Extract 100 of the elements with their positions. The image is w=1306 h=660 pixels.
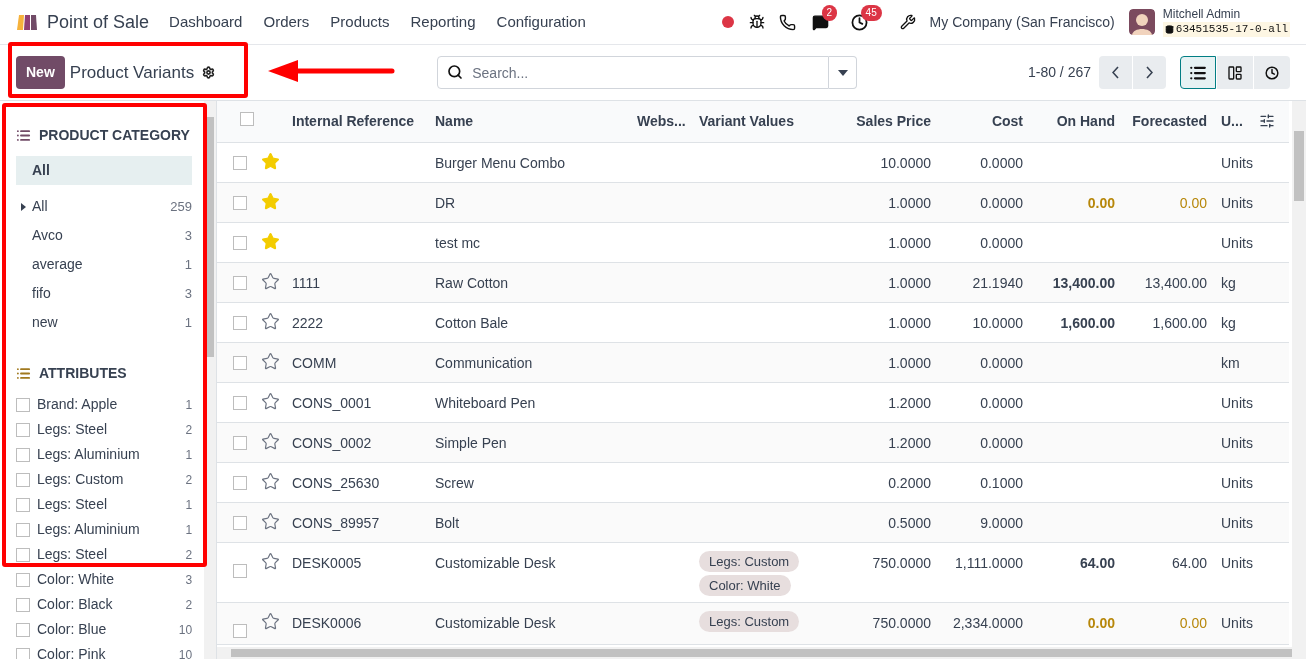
favorite-star-icon[interactable]: [261, 471, 280, 491]
category-item[interactable]: Avco 3: [16, 221, 193, 250]
table-cell: 0.0000: [980, 394, 1023, 411]
menu-item[interactable]: Dashboard: [169, 10, 243, 34]
checkbox[interactable]: [16, 597, 30, 612]
table-cell: 1,111.0000: [955, 554, 1023, 571]
checkbox[interactable]: [233, 475, 247, 490]
category-item[interactable]: fifo 3: [16, 279, 193, 308]
column-header[interactable]: Forecasted: [1123, 101, 1215, 142]
checkbox[interactable]: [16, 397, 30, 412]
attribute-label[interactable]: Legs: Steel: [37, 544, 179, 565]
checkbox[interactable]: [233, 155, 247, 170]
favorite-star-icon[interactable]: [261, 271, 280, 291]
attribute-label[interactable]: Legs: Aluminium: [37, 444, 179, 465]
category-item[interactable]: average 1: [16, 250, 193, 279]
menu-item[interactable]: Products: [330, 10, 390, 34]
view-button[interactable]: [1217, 56, 1253, 89]
view-button[interactable]: [1254, 56, 1290, 89]
favorite-star-icon[interactable]: [261, 551, 280, 571]
checkbox[interactable]: [233, 563, 247, 578]
table-cell: 10.0000: [972, 314, 1023, 331]
list-icon: [16, 128, 31, 143]
checkbox[interactable]: [233, 195, 247, 210]
attribute-label[interactable]: Legs: Steel: [37, 419, 179, 440]
checkbox[interactable]: [16, 422, 30, 437]
checkbox[interactable]: [233, 315, 247, 330]
category-item[interactable]: new 1: [16, 308, 193, 337]
column-header[interactable]: Name: [429, 101, 631, 142]
checkbox[interactable]: [233, 435, 247, 450]
table-cell: Bolt: [435, 514, 460, 531]
column-header[interactable]: U...: [1215, 101, 1259, 142]
view-button[interactable]: [1180, 56, 1216, 89]
attribute-label[interactable]: Color: Pink: [37, 644, 172, 659]
caret-icon[interactable]: [837, 69, 848, 76]
database-icon: [1164, 25, 1174, 34]
user-name[interactable]: Mitchell Admin: [1162, 7, 1290, 22]
menu-item[interactable]: Orders: [263, 10, 310, 34]
checkbox[interactable]: [233, 235, 247, 250]
column-header[interactable]: Webs...: [631, 101, 693, 142]
column-settings-icon[interactable]: [1259, 113, 1275, 130]
favorite-star-icon[interactable]: [261, 431, 280, 451]
column-header[interactable]: Variant Values: [693, 101, 819, 142]
checkbox[interactable]: [16, 572, 30, 587]
app-title[interactable]: Point of Sale: [47, 8, 150, 36]
attribute-label[interactable]: Brand: Apple: [37, 394, 179, 415]
checkbox[interactable]: [16, 622, 30, 637]
checkbox[interactable]: [16, 522, 30, 537]
search-field[interactable]: Search...: [437, 56, 830, 89]
favorite-star-icon[interactable]: [261, 311, 280, 331]
category-item[interactable]: All: [16, 156, 193, 185]
scrollbar[interactable]: [1292, 101, 1306, 647]
table-cell: CONS_0002: [292, 434, 372, 451]
attribute-label[interactable]: Legs: Aluminium: [37, 519, 179, 540]
attribute-label[interactable]: Color: Blue: [37, 619, 172, 640]
checkbox[interactable]: [233, 355, 247, 370]
settings-icon[interactable]: [202, 66, 216, 79]
phone-icon[interactable]: [778, 13, 796, 31]
checkbox[interactable]: [233, 395, 247, 410]
column-header[interactable]: On Hand: [1031, 101, 1123, 142]
column-header[interactable]: Cost: [939, 101, 1031, 142]
checkbox[interactable]: [233, 275, 247, 290]
checkbox[interactable]: [16, 447, 30, 462]
record-icon[interactable]: [721, 16, 734, 28]
attribute-label[interactable]: Legs: Custom: [37, 469, 179, 490]
horizontal-scrollbar[interactable]: [217, 647, 1306, 659]
table-cell: 10.0000: [880, 154, 931, 171]
favorite-star-icon[interactable]: [261, 151, 280, 171]
attribute-count: 3: [185, 571, 193, 589]
attribute-label[interactable]: Color: Black: [37, 594, 179, 615]
favorite-star-icon[interactable]: [261, 191, 280, 211]
tools-icon[interactable]: [899, 14, 916, 30]
menu-item[interactable]: Configuration: [496, 10, 586, 34]
checkbox[interactable]: [240, 111, 254, 126]
checkbox[interactable]: [16, 647, 30, 659]
previous-button[interactable]: [1099, 56, 1132, 89]
favorite-star-icon[interactable]: [261, 231, 280, 251]
column-header[interactable]: Internal Reference: [286, 101, 429, 142]
pager-value[interactable]: 1-80 / 267: [1027, 62, 1091, 83]
expand-caret-icon[interactable]: [21, 202, 26, 211]
attribute-label[interactable]: Legs: Steel: [37, 494, 179, 515]
favorite-star-icon[interactable]: [261, 511, 280, 531]
menu-item[interactable]: Reporting: [410, 10, 476, 34]
next-button[interactable]: [1133, 56, 1166, 89]
favorite-star-icon[interactable]: [261, 351, 280, 371]
checkbox[interactable]: [233, 515, 247, 530]
avatar[interactable]: [1128, 9, 1155, 35]
checkbox[interactable]: [16, 547, 30, 562]
table-cell: Units: [1221, 234, 1253, 251]
kanban-view-icon: [1227, 64, 1243, 81]
category-item[interactable]: All 259: [16, 192, 193, 221]
company-switcher[interactable]: My Company (San Francisco): [929, 11, 1115, 33]
bug-icon[interactable]: [748, 14, 765, 30]
new-button[interactable]: New: [16, 56, 65, 89]
favorite-star-icon[interactable]: [261, 611, 280, 631]
checkbox[interactable]: [233, 623, 247, 638]
checkbox[interactable]: [16, 472, 30, 487]
favorite-star-icon[interactable]: [261, 391, 280, 411]
column-header[interactable]: Sales Price: [819, 101, 939, 142]
attribute-label[interactable]: Color: White: [37, 569, 179, 590]
checkbox[interactable]: [16, 497, 30, 512]
